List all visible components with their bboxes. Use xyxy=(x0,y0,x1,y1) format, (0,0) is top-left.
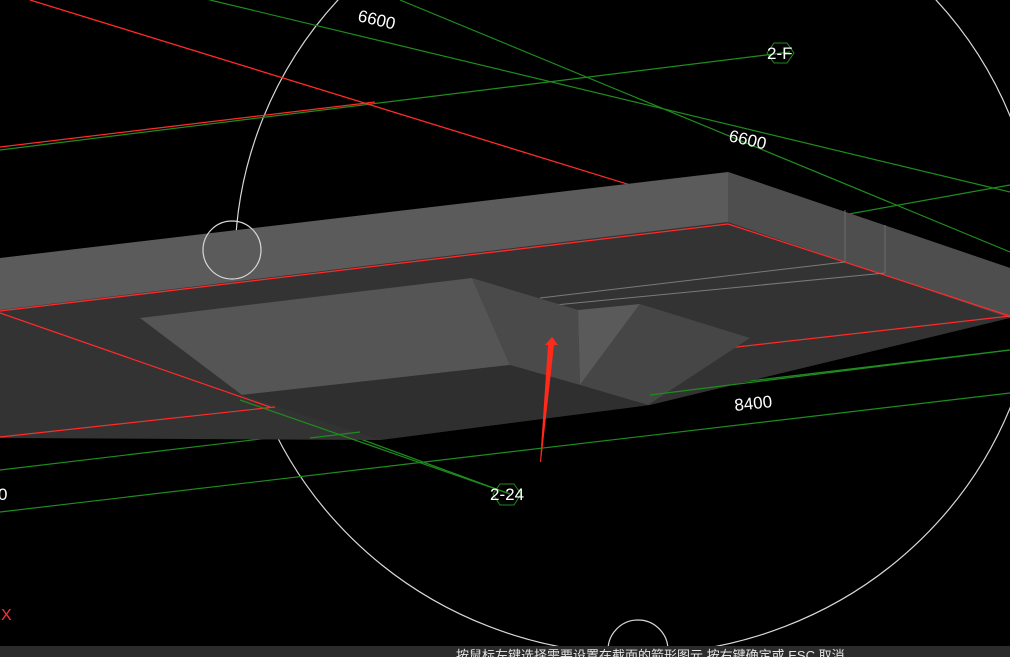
dimension-label-8400: 8400 xyxy=(733,392,773,415)
axis-bubble-2-f[interactable]: 2-F xyxy=(766,42,795,64)
dimension-label-partial: 0 xyxy=(0,485,7,504)
axis-label-2-f: 2-F xyxy=(767,44,793,63)
model-scene[interactable]: 2-F 2-24 6600 6600 8400 0 xyxy=(0,0,1010,657)
axis-bubble-2-24[interactable]: 2-24 xyxy=(490,483,524,506)
status-message: 按鼠标左键选择需要设置在截面的箭形图元 按右键确定或 ESC 取消 xyxy=(456,648,845,657)
cad-3d-viewport[interactable]: 2-F 2-24 6600 6600 8400 0 X 按鼠标左键选择需要设置在… xyxy=(0,0,1010,657)
dimension-label-6600-right: 6600 xyxy=(727,126,768,153)
dimension-label-6600-top: 6600 xyxy=(356,6,397,33)
axis-label-2-24: 2-24 xyxy=(490,485,524,504)
status-bar: 按鼠标左键选择需要设置在截面的箭形图元 按右键确定或 ESC 取消 xyxy=(0,646,1010,657)
axis-x-indicator: X xyxy=(1,607,12,624)
